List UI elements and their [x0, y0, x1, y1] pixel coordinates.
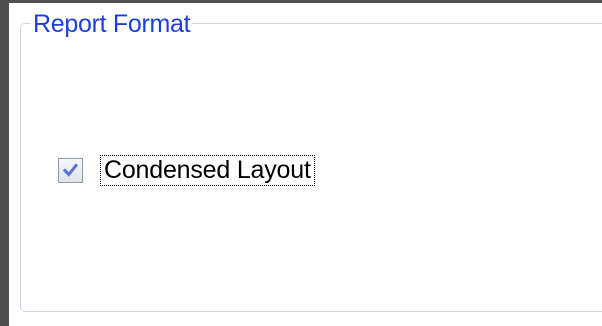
window-frame-left	[0, 0, 9, 326]
condensed-layout-checkbox[interactable]	[58, 158, 83, 183]
condensed-layout-checkbox-row[interactable]: Condensed Layout	[58, 155, 315, 186]
report-format-title: Report Format	[31, 10, 193, 38]
checkmark-icon	[62, 163, 79, 177]
condensed-layout-label[interactable]: Condensed Layout	[100, 155, 315, 186]
window-frame-top	[0, 0, 602, 3]
